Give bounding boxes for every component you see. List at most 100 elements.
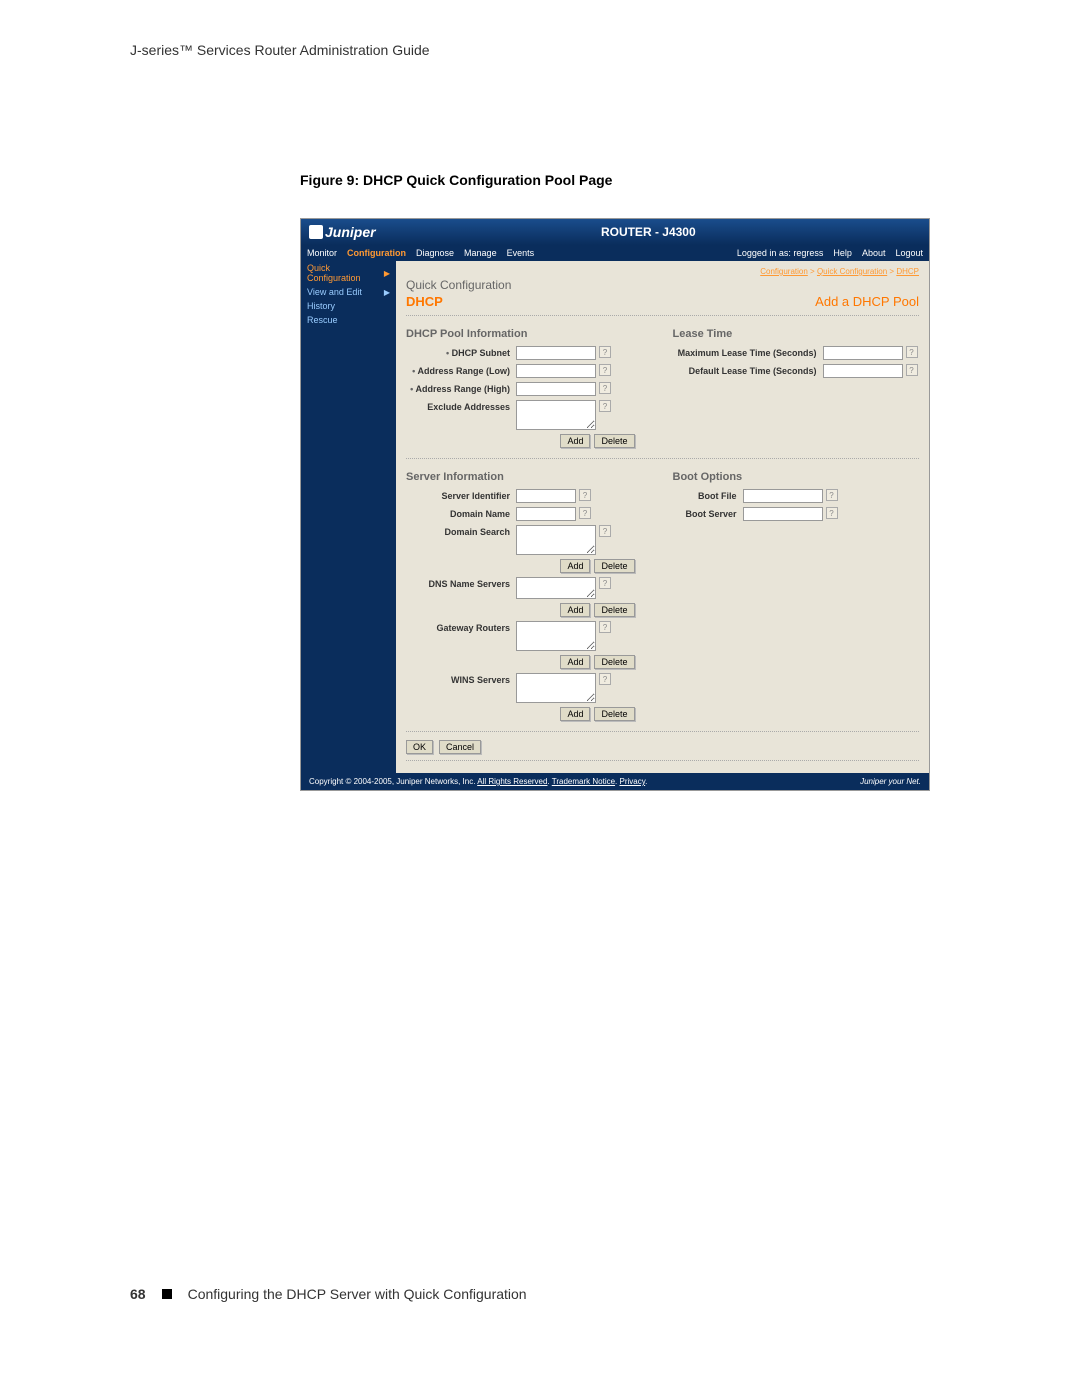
input-dns-servers[interactable] — [516, 577, 596, 599]
delete-button[interactable]: Delete — [594, 603, 634, 617]
label-dns-servers: DNS Name Servers — [406, 577, 516, 589]
copyright: Copyright © 2004-2005, Juniper Networks,… — [309, 777, 475, 786]
input-boot-file[interactable] — [743, 489, 823, 503]
crumb-quickconfig[interactable]: Quick Configuration — [817, 267, 887, 276]
help-icon[interactable]: ? — [579, 489, 591, 501]
nav-monitor[interactable]: Monitor — [307, 248, 337, 258]
arrow-icon: ▶ — [384, 288, 390, 297]
router-ui-screenshot: Juniper ROUTER - J4300 Monitor Configura… — [300, 218, 930, 791]
delete-button[interactable]: Delete — [594, 707, 634, 721]
link-privacy[interactable]: Privacy — [620, 777, 646, 786]
input-gateway[interactable] — [516, 621, 596, 651]
cancel-button[interactable]: Cancel — [439, 740, 481, 754]
section-lease-time: Lease Time — [673, 328, 920, 340]
help-icon[interactable]: ? — [906, 346, 918, 358]
top-bar: Juniper ROUTER - J4300 — [301, 219, 929, 245]
ok-button[interactable]: OK — [406, 740, 433, 754]
input-domain-search[interactable] — [516, 525, 596, 555]
nav-diagnose[interactable]: Diagnose — [416, 248, 454, 258]
page-title: Quick Configuration — [406, 278, 919, 292]
label-addr-low: Address Range (Low) — [406, 364, 516, 376]
section-server-info: Server Information — [406, 471, 653, 483]
nav-events[interactable]: Events — [507, 248, 535, 258]
delete-button[interactable]: Delete — [594, 434, 634, 448]
nav-configuration[interactable]: Configuration — [347, 248, 406, 258]
link-trademark[interactable]: Trademark Notice — [552, 777, 615, 786]
label-domain-name: Domain Name — [406, 507, 516, 519]
label-def-lease: Default Lease Time (Seconds) — [673, 364, 823, 376]
crumb-config[interactable]: Configuration — [760, 267, 808, 276]
section-pool-info: DHCP Pool Information — [406, 328, 653, 340]
main-content-area: Quick Configuration▶ View and Edit▶ Hist… — [301, 261, 929, 773]
input-boot-server[interactable] — [743, 507, 823, 521]
label-server-id: Server Identifier — [406, 489, 516, 501]
input-addr-low[interactable] — [516, 364, 596, 378]
input-exclude[interactable] — [516, 400, 596, 430]
add-button[interactable]: Add — [560, 707, 590, 721]
footer-brand: Juniper your Net. — [860, 777, 921, 786]
juniper-logo: Juniper — [309, 224, 376, 240]
help-icon[interactable]: ? — [599, 346, 611, 358]
help-icon[interactable]: ? — [599, 673, 611, 685]
page-number: 68 — [130, 1286, 146, 1302]
help-icon[interactable]: ? — [599, 400, 611, 412]
logo-icon — [309, 225, 323, 239]
add-button[interactable]: Add — [560, 603, 590, 617]
sidebar-rescue[interactable]: Rescue — [301, 313, 396, 327]
help-icon[interactable]: ? — [599, 577, 611, 589]
label-max-lease: Maximum Lease Time (Seconds) — [673, 346, 823, 358]
input-addr-high[interactable] — [516, 382, 596, 396]
nav-right: Logged in as: regress Help About Logout — [737, 248, 923, 258]
label-dhcp-subnet: DHCP Subnet — [406, 346, 516, 358]
input-max-lease[interactable] — [823, 346, 903, 360]
label-gateway: Gateway Routers — [406, 621, 516, 633]
add-dhcp-pool-heading: Add a DHCP Pool — [815, 294, 919, 309]
help-icon[interactable]: ? — [826, 489, 838, 501]
input-domain-name[interactable] — [516, 507, 576, 521]
help-icon[interactable]: ? — [826, 507, 838, 519]
section-boot-options: Boot Options — [673, 471, 920, 483]
sidebar-history[interactable]: History — [301, 299, 396, 313]
nav-bar: Monitor Configuration Diagnose Manage Ev… — [301, 245, 929, 261]
input-def-lease[interactable] — [823, 364, 903, 378]
label-boot-file: Boot File — [673, 489, 743, 501]
help-icon[interactable]: ? — [906, 364, 918, 376]
input-dhcp-subnet[interactable] — [516, 346, 596, 360]
delete-button[interactable]: Delete — [594, 655, 634, 669]
router-hostname: ROUTER - J4300 — [376, 225, 921, 239]
help-icon[interactable]: ? — [599, 525, 611, 537]
doc-header: J-series™ Services Router Administration… — [130, 42, 430, 58]
help-icon[interactable]: ? — [579, 507, 591, 519]
nav-manage[interactable]: Manage — [464, 248, 497, 258]
square-bullet-icon — [162, 1289, 172, 1299]
label-addr-high: Address Range (High) — [406, 382, 516, 394]
page-footer: 68 Configuring the DHCP Server with Quic… — [130, 1286, 527, 1302]
help-icon[interactable]: ? — [599, 382, 611, 394]
add-button[interactable]: Add — [560, 559, 590, 573]
nav-help[interactable]: Help — [833, 248, 852, 258]
add-button[interactable]: Add — [560, 655, 590, 669]
footer-bar: Copyright © 2004-2005, Juniper Networks,… — [301, 773, 929, 790]
help-icon[interactable]: ? — [599, 621, 611, 633]
nav-logout[interactable]: Logout — [895, 248, 923, 258]
link-rights[interactable]: All Rights Reserved — [477, 777, 547, 786]
nav-about[interactable]: About — [862, 248, 886, 258]
label-boot-server: Boot Server — [673, 507, 743, 519]
sidebar-quick-config[interactable]: Quick Configuration▶ — [301, 261, 396, 285]
logged-in-label: Logged in as: regress — [737, 248, 824, 258]
sidebar: Quick Configuration▶ View and Edit▶ Hist… — [301, 261, 396, 773]
delete-button[interactable]: Delete — [594, 559, 634, 573]
add-button[interactable]: Add — [560, 434, 590, 448]
label-domain-search: Domain Search — [406, 525, 516, 537]
label-wins: WINS Servers — [406, 673, 516, 685]
arrow-icon: ▶ — [384, 269, 390, 278]
input-server-id[interactable] — [516, 489, 576, 503]
figure-caption: Figure 9: DHCP Quick Configuration Pool … — [300, 172, 612, 188]
label-exclude: Exclude Addresses — [406, 400, 516, 412]
nav-tabs: Monitor Configuration Diagnose Manage Ev… — [307, 248, 534, 258]
sidebar-view-edit[interactable]: View and Edit▶ — [301, 285, 396, 299]
help-icon[interactable]: ? — [599, 364, 611, 376]
dhcp-heading: DHCP — [406, 294, 443, 309]
crumb-dhcp[interactable]: DHCP — [896, 267, 919, 276]
input-wins[interactable] — [516, 673, 596, 703]
